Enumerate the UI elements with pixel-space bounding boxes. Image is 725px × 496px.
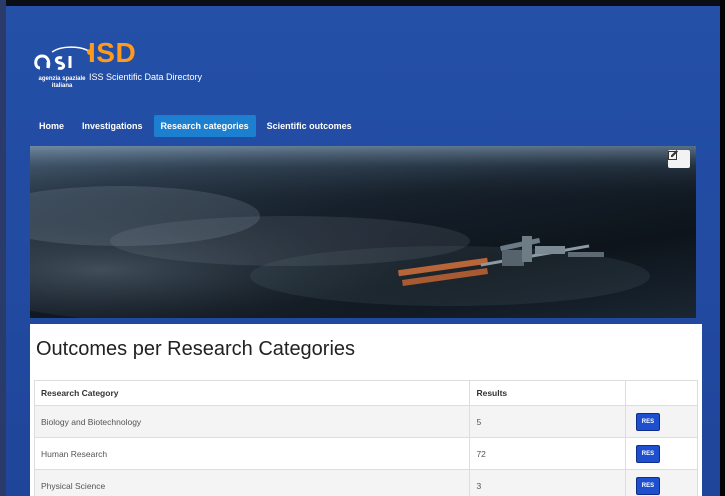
site-title: ISD	[88, 37, 137, 68]
category-cell: Human Research	[33, 437, 471, 470]
res-button[interactable]: RES	[635, 476, 660, 495]
hero-banner	[30, 146, 696, 318]
results-cell: 72	[469, 437, 626, 470]
res-button[interactable]: RES	[635, 444, 660, 463]
table-row: Physical Science 3 RES	[33, 469, 699, 496]
table-header-row: Research Category Results	[33, 380, 699, 406]
site-subtitle: ISS Scientific Data Directory	[89, 72, 203, 82]
res-button[interactable]: RES	[635, 412, 660, 431]
category-cell: Biology and Biotechnology	[33, 405, 471, 438]
table-row: Biology and Biotechnology 5 RES	[33, 405, 699, 438]
logo-caption: agenzia spaziale italiana	[38, 76, 86, 89]
outcomes-table: Research Category Results Biology and Bi…	[33, 380, 699, 496]
nav-scientific-outcomes[interactable]: Scientific outcomes	[260, 115, 359, 137]
page-frame: agenzia spaziale italiana ISD ISS Scient…	[6, 6, 720, 496]
nav-home[interactable]: Home	[32, 115, 71, 137]
earth-and-iss-photo	[30, 146, 696, 318]
window-right-edge	[720, 0, 725, 496]
results-cell: 5	[469, 405, 626, 438]
results-cell: 3	[469, 469, 626, 496]
column-header-category[interactable]: Research Category	[33, 380, 471, 406]
column-header-action	[624, 380, 699, 406]
content-panel: Outcomes per Research Categories Researc…	[30, 324, 702, 496]
nav-research-categories[interactable]: Research categories	[153, 115, 256, 137]
action-cell: RES	[624, 437, 699, 470]
action-cell: RES	[624, 405, 699, 438]
page-title: Outcomes per Research Categories	[36, 338, 356, 360]
column-header-results[interactable]: Results	[469, 380, 626, 406]
edit-icon	[668, 150, 678, 160]
table-row: Human Research 72 RES	[33, 437, 699, 470]
nav-investigations[interactable]: Investigations	[75, 115, 150, 137]
action-cell: RES	[624, 469, 699, 496]
edit-button[interactable]	[668, 150, 690, 168]
category-cell: Physical Science	[33, 469, 471, 496]
main-nav: Home Investigations Research categories …	[32, 115, 359, 139]
